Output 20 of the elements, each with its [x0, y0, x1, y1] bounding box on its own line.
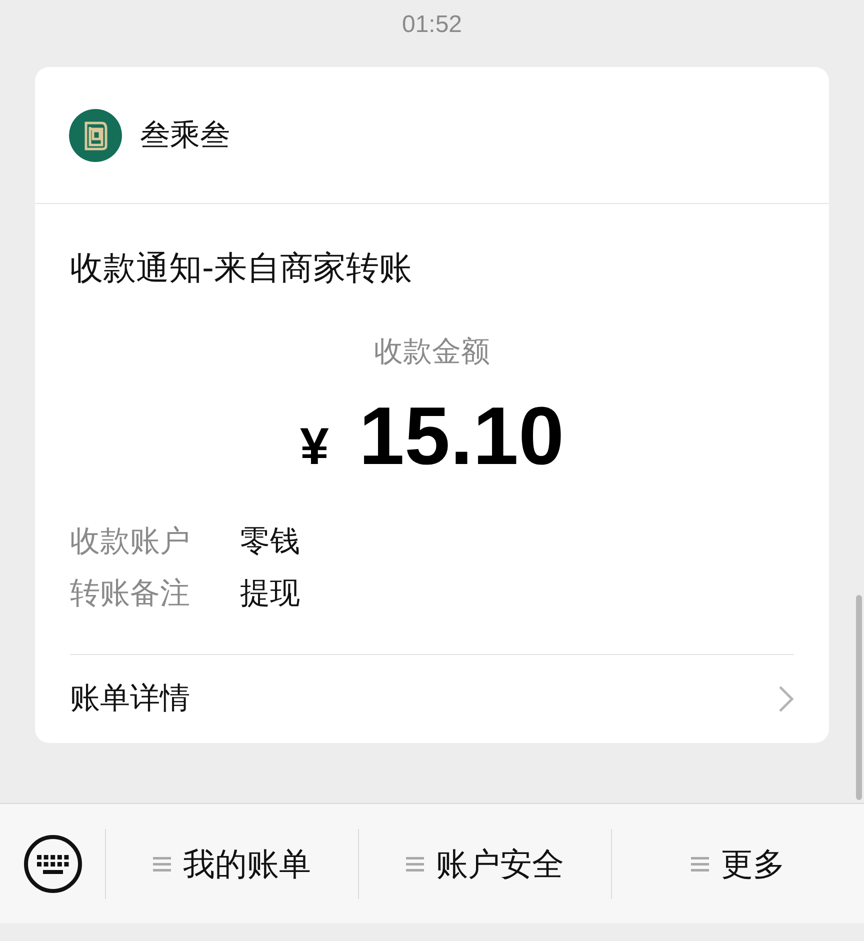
bill-details-link[interactable]: 账单详情	[70, 654, 794, 742]
amount-value: 15.10	[358, 392, 564, 482]
sender-name: 叁乘叁	[140, 116, 230, 154]
amount-label: 收款金额	[374, 333, 490, 370]
detail-value: 零钱	[240, 523, 300, 561]
logo-icon	[69, 108, 122, 162]
detail-value: 提现	[240, 575, 300, 613]
detail-label: 转账备注	[70, 575, 191, 613]
menu-button[interactable]: 我的账单	[153, 840, 311, 888]
currency-symbol: ¥	[300, 416, 329, 478]
menu-icon	[406, 856, 424, 872]
chevron-right-icon	[778, 684, 794, 712]
menu-button[interactable]: 更多	[691, 840, 785, 888]
keyboard-icon	[22, 834, 82, 894]
notification-title: 收款通知-来自商家转账	[70, 247, 413, 289]
menu-button[interactable]: 账户安全	[406, 840, 564, 888]
menu-icon	[153, 856, 171, 872]
menu-icon	[691, 856, 709, 872]
message-time: 01:52	[402, 10, 462, 40]
detail-label: 收款账户	[70, 523, 191, 561]
